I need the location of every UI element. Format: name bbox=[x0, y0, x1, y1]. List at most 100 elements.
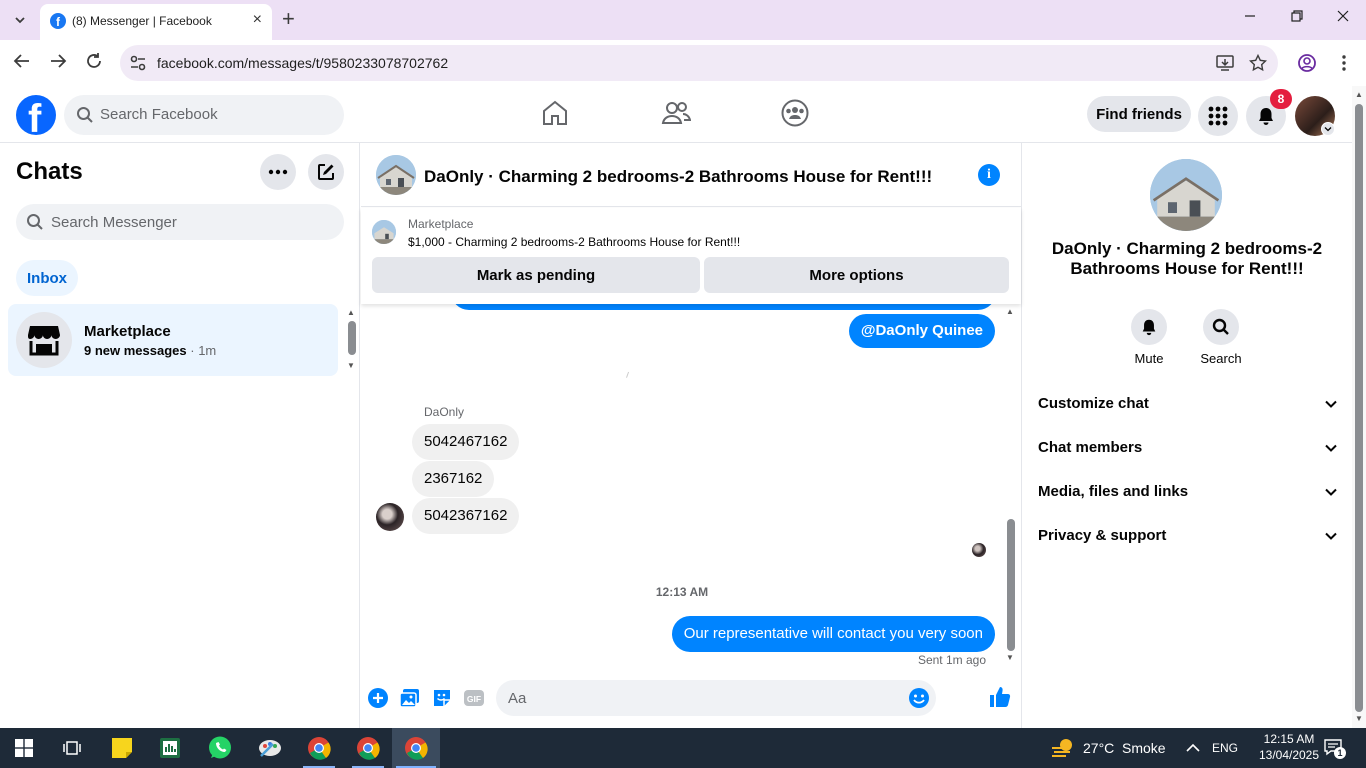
chevron-up-icon[interactable] bbox=[1186, 742, 1200, 754]
plus-circle-icon[interactable] bbox=[367, 687, 389, 709]
tab-search-button[interactable] bbox=[8, 8, 32, 32]
search-placeholder: Search Facebook bbox=[100, 106, 218, 123]
search-in-conversation-button[interactable]: Search bbox=[1191, 309, 1251, 366]
scroll-down-arrow-icon[interactable]: ▼ bbox=[1355, 714, 1363, 723]
close-window-button[interactable] bbox=[1331, 8, 1355, 29]
home-icon[interactable] bbox=[540, 98, 570, 128]
message-input[interactable]: Aa bbox=[496, 680, 936, 716]
previous-message-bubble bbox=[451, 304, 996, 310]
scroll-up-arrow-icon[interactable]: ▲ bbox=[1006, 307, 1014, 316]
task-view-button[interactable] bbox=[48, 728, 96, 768]
forward-button[interactable] bbox=[47, 52, 69, 74]
chrome-app-active[interactable] bbox=[392, 728, 440, 768]
friends-icon[interactable] bbox=[661, 98, 691, 128]
chats-sidebar: Chats Search Messenger Inbox Marketplace… bbox=[0, 143, 360, 728]
notification-center-button[interactable]: 1 bbox=[1324, 738, 1346, 759]
incoming-message-bubble[interactable]: 5042367162 bbox=[412, 498, 520, 534]
privacy-support-section[interactable]: Privacy & support bbox=[1038, 522, 1338, 550]
address-bar[interactable]: facebook.com/messages/t/9580233078702762 bbox=[120, 45, 1278, 81]
back-button[interactable] bbox=[11, 52, 33, 74]
chat-list-scrollbar[interactable] bbox=[348, 321, 356, 355]
browser-tab-bar: f (8) Messenger | Facebook × + bbox=[0, 0, 1366, 40]
kebab-menu-icon[interactable] bbox=[1334, 53, 1354, 73]
find-friends-button[interactable]: Find friends bbox=[1087, 96, 1191, 132]
account-chevron-down-icon[interactable] bbox=[1321, 122, 1335, 136]
more-options-button[interactable]: More options bbox=[704, 257, 1009, 293]
details-listing-avatar[interactable] bbox=[1150, 159, 1222, 231]
close-tab-icon[interactable]: × bbox=[253, 12, 262, 28]
browser-tab[interactable]: f (8) Messenger | Facebook × bbox=[40, 4, 272, 40]
whatsapp-app[interactable] bbox=[196, 728, 244, 768]
listing-title[interactable]: $1,000 - Charming 2 bedrooms-2 Bathrooms… bbox=[408, 235, 740, 249]
chat-item-marketplace[interactable]: Marketplace 9 new messages · 1m bbox=[8, 304, 338, 376]
message-composer: GIF Aa bbox=[361, 670, 1021, 728]
menu-button[interactable] bbox=[1198, 96, 1238, 136]
conversation-info-icon[interactable]: i bbox=[978, 164, 1000, 186]
facebook-search-input[interactable]: Search Facebook bbox=[64, 95, 344, 135]
mute-button[interactable]: Mute bbox=[1119, 309, 1179, 366]
weather-haze-icon[interactable] bbox=[1050, 736, 1076, 760]
new-message-button[interactable] bbox=[308, 154, 344, 190]
customize-chat-section[interactable]: Customize chat bbox=[1038, 390, 1338, 418]
marketplace-banner: Marketplace $1,000 - Charming 2 bedrooms… bbox=[361, 208, 1021, 304]
bell-icon bbox=[1259, 108, 1273, 125]
mention-message-bubble[interactable]: @DaOnly Quinee bbox=[848, 314, 995, 348]
weather-temperature[interactable]: 27°C bbox=[1083, 740, 1114, 756]
gallery-icon[interactable] bbox=[399, 687, 421, 709]
groups-icon[interactable] bbox=[780, 98, 810, 128]
scroll-down-arrow-icon[interactable]: ▼ bbox=[1006, 653, 1014, 662]
new-tab-button[interactable]: + bbox=[282, 8, 295, 30]
scroll-down-arrow-icon[interactable]: ▼ bbox=[347, 361, 355, 370]
system-clock[interactable]: 12:15 AM 13/04/2025 bbox=[1252, 731, 1326, 763]
reload-button[interactable] bbox=[83, 52, 105, 74]
sticker-icon[interactable] bbox=[431, 687, 453, 709]
mute-label: Mute bbox=[1134, 351, 1164, 366]
divider bbox=[626, 371, 630, 379]
outgoing-message-bubble[interactable]: Our representative will contact you very… bbox=[671, 616, 995, 652]
chevron-down-icon bbox=[1325, 400, 1337, 408]
paint-app[interactable] bbox=[246, 728, 294, 768]
chevron-down-icon bbox=[1325, 444, 1337, 452]
conversation-panel: DaOnly · Charming 2 bedrooms-2 Bathrooms… bbox=[361, 143, 1021, 728]
chat-options-button[interactable] bbox=[260, 154, 296, 190]
listing-thumbnail[interactable] bbox=[372, 220, 396, 244]
input-language[interactable]: ENG bbox=[1212, 741, 1238, 755]
thumbs-up-icon[interactable] bbox=[988, 685, 1012, 709]
url-text: facebook.com/messages/t/9580233078702762 bbox=[157, 55, 449, 71]
mark-as-pending-button[interactable]: Mark as pending bbox=[372, 257, 700, 293]
page-scrollbar-thumb[interactable] bbox=[1355, 104, 1363, 712]
listing-avatar[interactable] bbox=[376, 155, 416, 195]
chat-members-section[interactable]: Chat members bbox=[1038, 434, 1338, 462]
start-button[interactable] bbox=[0, 728, 48, 768]
spreadsheet-app[interactable] bbox=[146, 728, 194, 768]
restore-button[interactable] bbox=[1285, 8, 1309, 29]
minimize-button[interactable] bbox=[1238, 8, 1262, 29]
facebook-header: f Search Facebook Find friends bbox=[0, 86, 1352, 143]
inbox-filter-tab[interactable]: Inbox bbox=[16, 260, 78, 296]
chrome-app-profile[interactable] bbox=[344, 728, 392, 768]
scroll-up-arrow-icon[interactable]: ▲ bbox=[1355, 90, 1363, 99]
emoji-icon[interactable] bbox=[908, 687, 930, 709]
message-list-scrollbar[interactable] bbox=[1007, 519, 1015, 651]
message-timestamp: 12:13 AM bbox=[655, 585, 709, 599]
scroll-up-arrow-icon[interactable]: ▲ bbox=[347, 308, 355, 317]
whatsapp-icon bbox=[209, 736, 231, 759]
incoming-message-bubble[interactable]: 2367162 bbox=[412, 461, 495, 497]
install-app-icon[interactable] bbox=[1216, 54, 1234, 72]
incoming-message-bubble[interactable]: 5042467162 bbox=[412, 424, 520, 460]
site-settings-icon[interactable] bbox=[128, 53, 148, 73]
search-icon bbox=[77, 107, 93, 123]
profile-icon[interactable] bbox=[1297, 53, 1317, 73]
weather-description[interactable]: Smoke bbox=[1122, 740, 1166, 756]
search-icon bbox=[1203, 309, 1239, 345]
sender-avatar[interactable] bbox=[376, 503, 404, 531]
sticky-notes-app[interactable] bbox=[98, 728, 146, 768]
messenger-search-input[interactable]: Search Messenger bbox=[16, 204, 344, 240]
star-icon[interactable] bbox=[1249, 54, 1267, 72]
page-scrollbar[interactable]: ▲ ▼ bbox=[1352, 86, 1366, 728]
gif-icon[interactable]: GIF bbox=[463, 687, 485, 709]
facebook-logo[interactable]: f bbox=[16, 95, 56, 135]
marketplace-label: Marketplace bbox=[408, 217, 474, 231]
chrome-app[interactable] bbox=[295, 728, 343, 768]
media-files-links-section[interactable]: Media, files and links bbox=[1038, 478, 1338, 506]
